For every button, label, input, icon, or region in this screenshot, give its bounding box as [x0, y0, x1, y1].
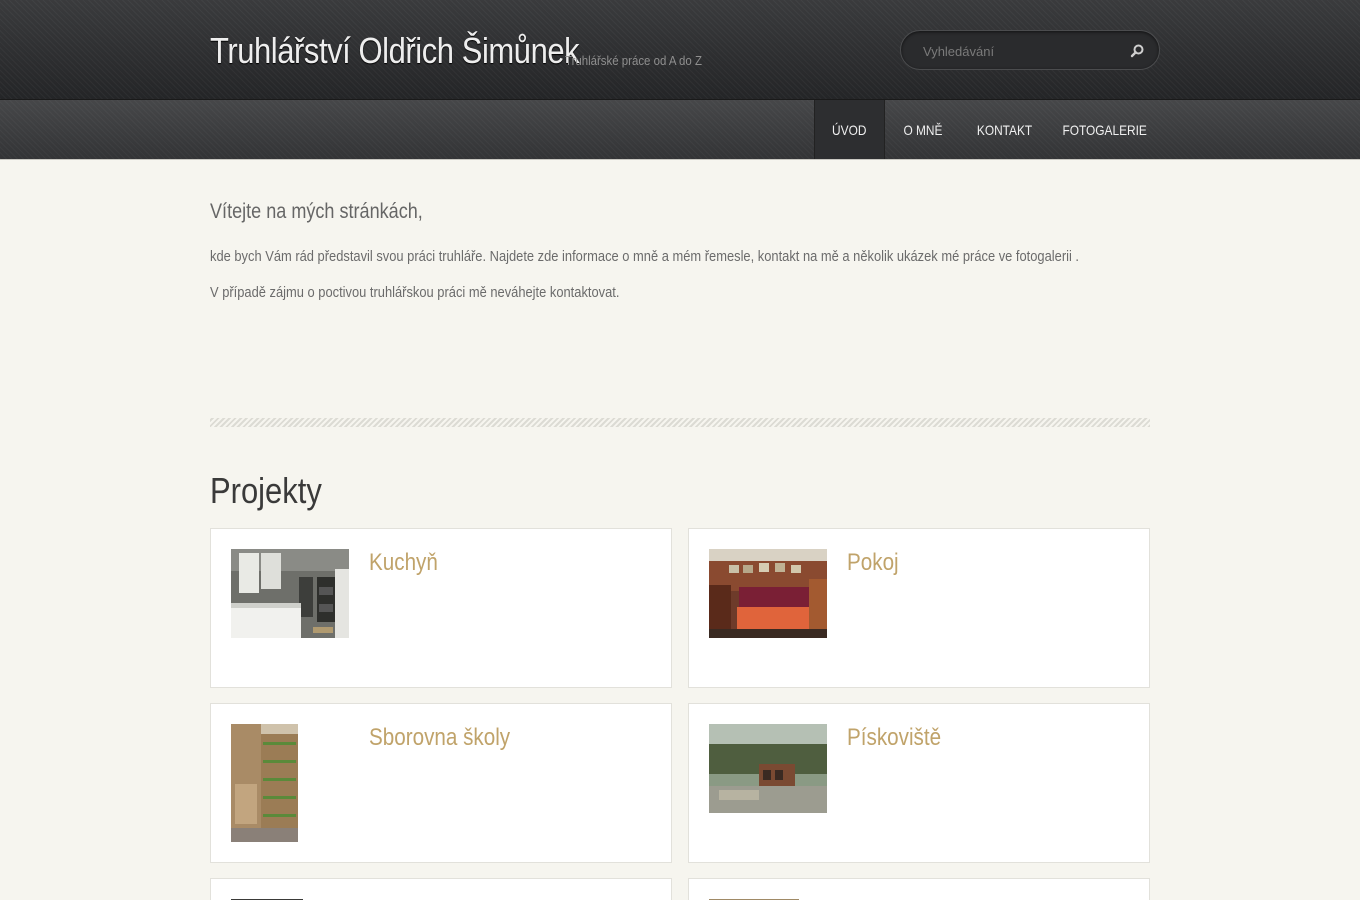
- search-box: [900, 30, 1160, 70]
- project-thumbnail[interactable]: [709, 724, 827, 813]
- site-title[interactable]: Truhlářství Oldřich Šimůnek: [210, 30, 580, 72]
- project-card-sborovna-skoly[interactable]: Sborovna školy: [210, 703, 672, 863]
- intro-title: Vítejte na mých stránkách,: [210, 200, 423, 223]
- project-card-partial[interactable]: [210, 878, 672, 900]
- search-input[interactable]: [923, 41, 1123, 61]
- intro-paragraph-2: V případě zájmu o poctivou truhlářskou p…: [210, 284, 620, 301]
- intro-paragraph-1: kde bych Vám rád představil svou práci t…: [210, 248, 1080, 265]
- project-card-kuchyn[interactable]: Kuchyň: [210, 528, 672, 688]
- nav-item-fotogalerie[interactable]: FOTOGALERIE: [1050, 100, 1160, 159]
- nav-item-o-mne[interactable]: O MNĚ: [885, 100, 960, 159]
- main-nav: ÚVOD O MNĚ KONTAKT FOTOGALERIE: [0, 100, 1360, 160]
- project-card-pokoj[interactable]: Pokoj: [688, 528, 1150, 688]
- project-title[interactable]: Sborovna školy: [369, 724, 510, 752]
- project-thumbnail[interactable]: [231, 549, 349, 638]
- site-header: Truhlářství Oldřich Šimůnek Truhlářské p…: [0, 0, 1360, 100]
- project-title[interactable]: Kuchyň: [369, 549, 438, 577]
- project-card-piskoviste[interactable]: Pískoviště: [688, 703, 1150, 863]
- project-thumbnail[interactable]: [709, 549, 827, 638]
- section-divider: [210, 418, 1150, 427]
- projects-heading: Projekty: [210, 470, 322, 511]
- search-button[interactable]: [1127, 41, 1147, 61]
- nav-item-kontakt[interactable]: KONTAKT: [960, 100, 1050, 159]
- project-card-partial[interactable]: [688, 878, 1150, 900]
- search-icon: [1130, 44, 1144, 58]
- project-thumbnail[interactable]: [231, 724, 298, 842]
- project-title[interactable]: Pískoviště: [847, 724, 941, 752]
- site-slogan: Truhlářské práce od A do Z: [565, 53, 702, 68]
- nav-item-uvod[interactable]: ÚVOD: [814, 100, 885, 159]
- project-title[interactable]: Pokoj: [847, 549, 899, 577]
